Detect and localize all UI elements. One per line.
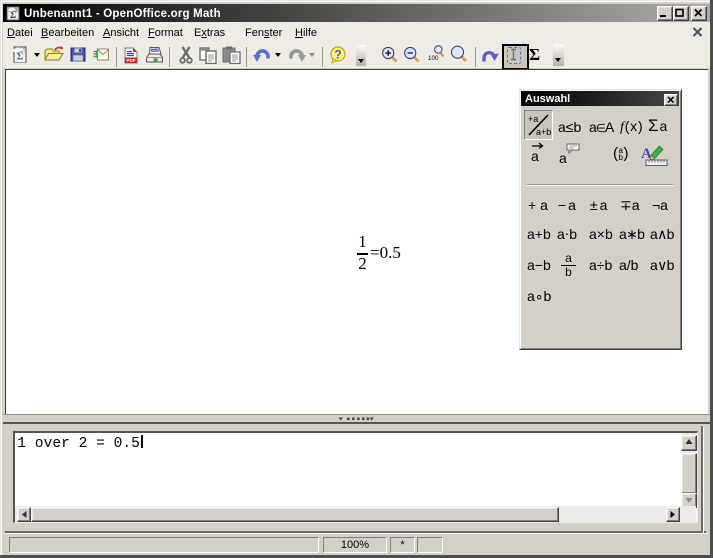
svg-text:?: ? [334, 48, 341, 62]
svg-text:+a: +a [528, 114, 538, 124]
svg-text:PDF: PDF [126, 58, 135, 63]
svg-text:a+b: a+b [536, 127, 551, 137]
svg-text:100: 100 [428, 55, 439, 62]
